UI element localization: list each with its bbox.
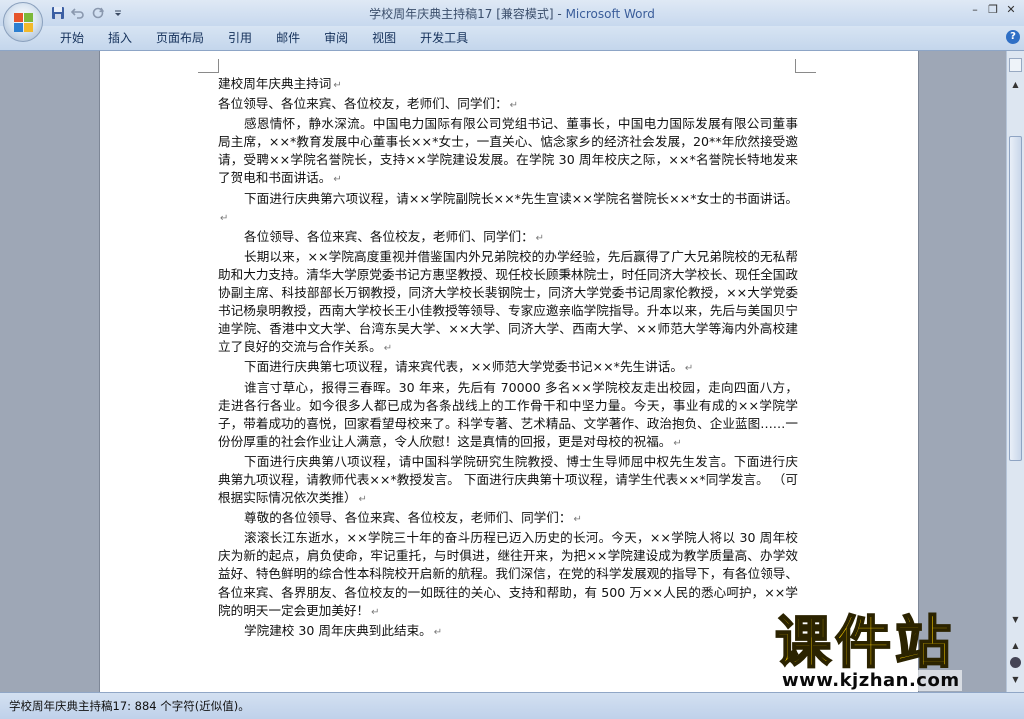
document-body[interactable]: 建校周年庆典主持词 ↵ 各位领导、各位来宾、各位校友，老师们、同学们： ↵ 感恩情怀… <box>218 75 798 642</box>
doc-paragraph: 感恩情怀，静水深流。中国电力国际有限公司党组书记、董事长，中国电力国际发展有限公… <box>218 115 798 189</box>
paragraph-mark-icon: ↵ <box>383 343 393 355</box>
watermark-url: www.kjzhan.com <box>780 670 962 691</box>
scroll-down-icon[interactable]: ▼ <box>1009 613 1022 626</box>
window-title: 学校周年庆典主持稿17 [兼容模式] - Microsoft Word <box>0 5 1024 22</box>
scroll-thumb[interactable] <box>1009 136 1022 461</box>
paragraph-text: 各位领导、各位来宾、各位校友，老师们、同学们： <box>244 228 534 244</box>
paragraph-mark-icon: ↵ <box>535 232 545 244</box>
doc-paragraph: 滚滚长江东逝水，××学院三十年的奋斗历程已迈入历史的长河。今天，××学院人将以 … <box>218 529 798 621</box>
office-logo-icon <box>14 13 33 32</box>
paragraph-text: 建校周年庆典主持词 <box>218 76 332 91</box>
paragraph-mark-icon: ↵ <box>509 100 519 112</box>
paragraph-text: 下面进行庆典第七项议程，请来宾代表，××师范大学党委书记××*先生讲话。 <box>244 359 683 375</box>
ribbon-tab-bar: 开始 插入 页面布局 引用 邮件 审阅 视图 开发工具 ? <box>0 26 1024 51</box>
paragraph-mark-icon: ↵ <box>220 212 229 224</box>
paragraph-text: 尊敬的各位领导、各位来宾、各位校友，老师们、同学们： <box>244 510 572 526</box>
paragraph-text: 感恩情怀，静水深流。中国电力国际有限公司党组书记、董事长，中国电力国际发展有限公… <box>218 116 798 186</box>
doc-paragraph: 长期以来，××学院高度重视并借鉴国内外兄弟院校的办学经验，先后赢得了广大兄弟院校… <box>218 248 798 359</box>
paragraph-mark-icon: ↵ <box>333 80 342 91</box>
doc-paragraph: 学院建校 30 周年庆典到此结束。 ↵ <box>218 622 798 642</box>
doc-paragraph: 下面进行庆典第八项议程，请中国科学院研究生院教授、博士生导师屈中权先生发言。下面… <box>218 453 798 509</box>
help-icon[interactable]: ? <box>1006 30 1020 44</box>
tab-view[interactable]: 视图 <box>360 30 408 47</box>
vertical-scrollbar[interactable]: ▲ ▼ ▲ ▼ <box>1006 51 1024 692</box>
view-ruler-icon[interactable] <box>1009 58 1022 72</box>
tab-home[interactable]: 开始 <box>48 30 96 47</box>
paragraph-mark-icon: ↵ <box>684 363 694 375</box>
paragraph-text: 长期以来，××学院高度重视并借鉴国内外兄弟院校的办学经验，先后赢得了广大兄弟院校… <box>218 248 798 355</box>
tab-references[interactable]: 引用 <box>216 30 264 47</box>
paragraph-text: 各位领导、各位来宾、各位校友，老师们、同学们： <box>218 96 508 112</box>
paragraph-text: 谁言寸草心，报得三春晖。30 年来，先后有 70000 多名××学院校友走出校园… <box>218 379 798 449</box>
minimize-button[interactable]: – <box>966 2 984 18</box>
watermark-title: 课件站 <box>774 611 955 676</box>
watermark-logo: 课件站 www.kjzhan.com <box>770 611 1010 691</box>
status-word-count[interactable]: 学校周年庆典主持稿17: 884 个字符(近似值)。 <box>9 698 250 714</box>
doc-paragraph: 尊敬的各位领导、各位来宾、各位校友，老师们、同学们： ↵ <box>218 509 798 529</box>
status-bar: 学校周年庆典主持稿17: 884 个字符(近似值)。 <box>0 692 1024 719</box>
app-name: Microsoft Word <box>565 7 655 21</box>
restore-button[interactable]: ❐ <box>984 2 1002 18</box>
doc-paragraph: 谁言寸草心，报得三春晖。30 年来，先后有 70000 多名××学院校友走出校园… <box>218 379 798 453</box>
select-browse-object-icon[interactable] <box>1010 657 1021 668</box>
tab-mailings[interactable]: 邮件 <box>264 30 312 47</box>
paragraph-mark-icon: ↵ <box>371 606 380 618</box>
doc-paragraph: 建校周年庆典主持词 ↵ <box>218 75 798 95</box>
paragraph-mark-icon: ↵ <box>673 437 682 449</box>
doc-paragraph: 下面进行庆典第七项议程，请来宾代表，××师范大学党委书记××*先生讲话。 ↵ <box>218 358 798 378</box>
paragraph-text: 下面进行庆典第六项议程，请××学院副院长××*先生宣读××学院名誉院长××*女士… <box>244 190 798 206</box>
tab-developer[interactable]: 开发工具 <box>408 30 480 47</box>
tab-page-layout[interactable]: 页面布局 <box>144 30 216 47</box>
next-page-icon[interactable]: ▼ <box>1009 673 1022 686</box>
margin-corner-right <box>795 59 816 73</box>
close-button[interactable]: ✕ <box>1002 2 1020 18</box>
previous-page-icon[interactable]: ▲ <box>1009 639 1022 652</box>
title-bar: 学校周年庆典主持稿17 [兼容模式] - Microsoft Word – ❐ … <box>0 0 1024 26</box>
office-button[interactable] <box>3 2 43 42</box>
ribbon-tabs: 开始 插入 页面布局 引用 邮件 审阅 视图 开发工具 <box>48 30 480 47</box>
paragraph-text: 下面进行庆典第八项议程，请中国科学院研究生院教授、博士生导师屈中权先生发言。下面… <box>218 453 798 506</box>
doc-paragraph: 各位领导、各位来宾、各位校友，老师们、同学们： ↵ <box>218 228 798 248</box>
paragraph-mark-icon: ↵ <box>358 494 367 506</box>
doc-paragraph: 下面进行庆典第六项议程，请××学院副院长××*先生宣读××学院名誉院长××*女士… <box>218 190 798 228</box>
paragraph-text: 学院建校 30 周年庆典到此结束。 <box>244 622 432 638</box>
document-name: 学校周年庆典主持稿17 [兼容模式] - <box>369 7 566 21</box>
doc-paragraph: 各位领导、各位来宾、各位校友，老师们、同学们： ↵ <box>218 95 798 115</box>
paragraph-mark-icon: ↵ <box>333 174 342 186</box>
paragraph-mark-icon: ↵ <box>433 626 443 638</box>
margin-corner-left <box>198 59 219 73</box>
paragraph-mark-icon: ↵ <box>573 514 582 526</box>
tab-insert[interactable]: 插入 <box>96 30 144 47</box>
scroll-up-icon[interactable]: ▲ <box>1009 78 1022 91</box>
window-controls: – ❐ ✕ <box>966 2 1020 18</box>
paragraph-text: 滚滚长江东逝水，××学院三十年的奋斗历程已迈入历史的长河。今天，××学院人将以 … <box>218 530 798 618</box>
tab-review[interactable]: 审阅 <box>312 30 360 47</box>
